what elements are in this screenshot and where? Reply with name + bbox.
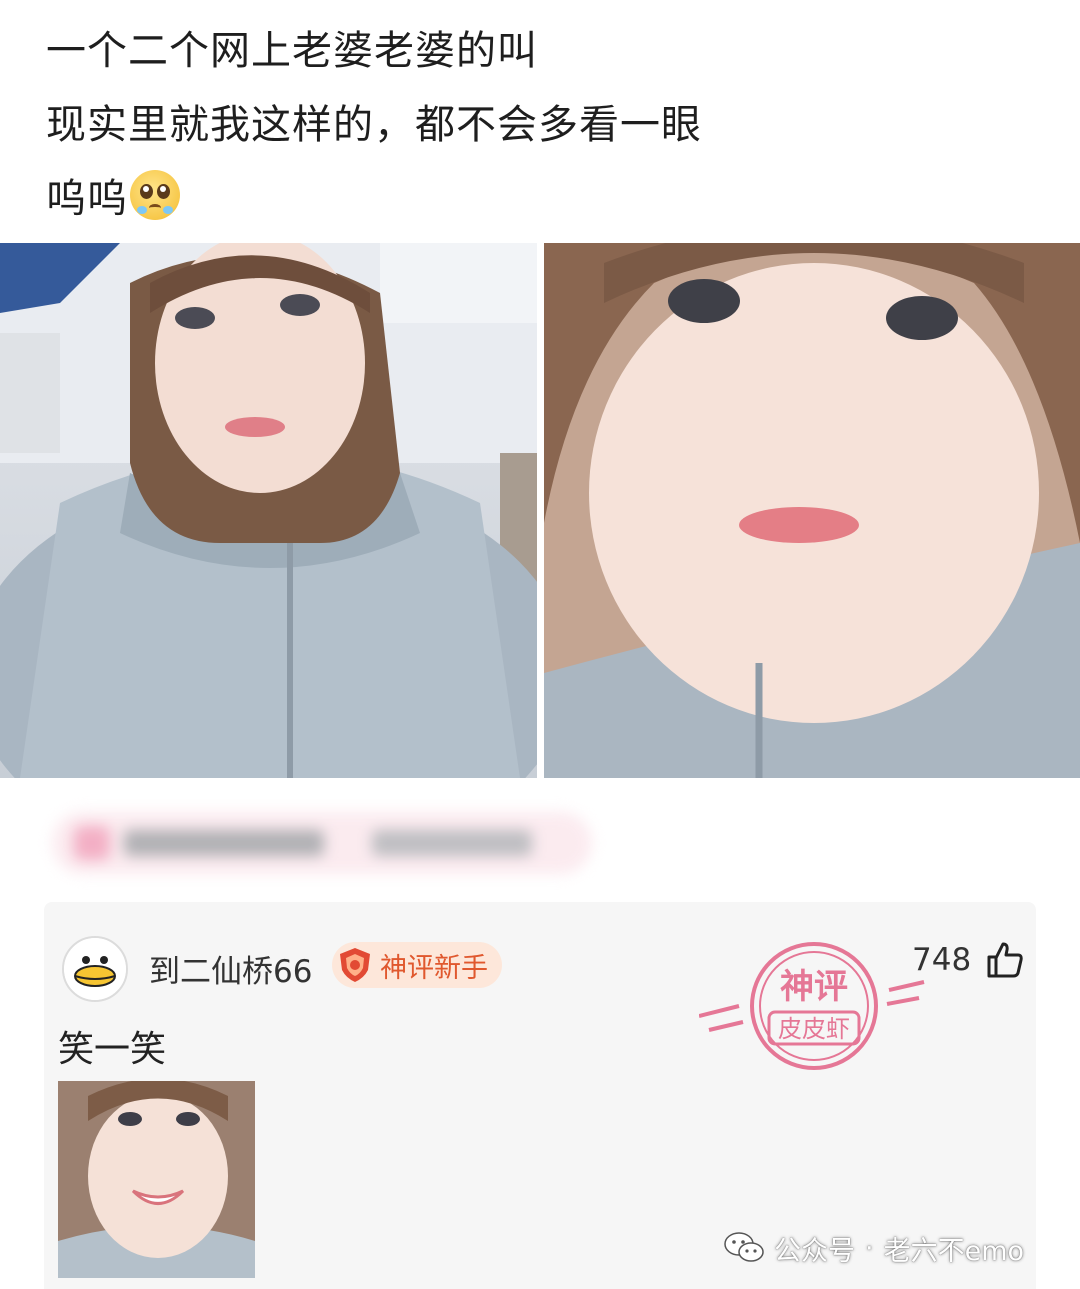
god-comment-stamp: 神评 皮皮虾 bbox=[699, 942, 925, 1070]
post-photo-2[interactable] bbox=[544, 243, 1080, 778]
comment-photo[interactable] bbox=[58, 1081, 255, 1278]
post-line-3: 呜呜 bbox=[46, 162, 1046, 236]
blurred-text-2 bbox=[372, 830, 532, 856]
comment-text: 笑一笑 bbox=[58, 1029, 167, 1070]
closeup-selfie-illustration bbox=[544, 243, 1080, 778]
selfie-illustration bbox=[0, 243, 537, 778]
watermark-name: 老六不emo bbox=[883, 1235, 1025, 1267]
post-text: 一个二个网上老婆老婆的叫 现实里就我这样的，都不会多看一眼 呜呜 bbox=[46, 14, 1046, 236]
post-photo-1[interactable] bbox=[0, 243, 537, 778]
wechat-icon bbox=[724, 1232, 764, 1262]
like-count: 748 bbox=[912, 942, 972, 978]
stamp-top-text: 神评 bbox=[780, 967, 848, 1007]
duck-avatar-icon bbox=[64, 938, 126, 1000]
blurred-icon bbox=[74, 826, 110, 860]
post-line-2: 现实里就我这样的，都不会多看一眼 bbox=[46, 102, 702, 148]
watermark-separator: · bbox=[865, 1232, 874, 1264]
post-line-3-text: 呜呜 bbox=[46, 176, 128, 222]
thumbs-up-icon[interactable] bbox=[985, 940, 1025, 980]
god-comment-badge: 神评新手 bbox=[332, 942, 502, 988]
comment-username[interactable]: 到二仙桥66 bbox=[149, 946, 312, 991]
pleading-face-emoji-icon bbox=[130, 170, 180, 220]
post-line-1: 一个二个网上老婆老婆的叫 bbox=[46, 28, 538, 74]
wechat-watermark: 公众号 · 老六不emo bbox=[724, 1228, 1024, 1268]
blurred-banner bbox=[52, 812, 592, 874]
badge-label: 神评新手 bbox=[380, 952, 488, 984]
blurred-text-1 bbox=[124, 830, 324, 856]
smiling-selfie-illustration bbox=[58, 1081, 255, 1278]
shield-badge-icon bbox=[340, 948, 370, 982]
avatar[interactable] bbox=[62, 936, 128, 1002]
watermark-prefix: 公众号 bbox=[774, 1235, 855, 1267]
stamp-bottom-text: 皮皮虾 bbox=[778, 1015, 850, 1043]
